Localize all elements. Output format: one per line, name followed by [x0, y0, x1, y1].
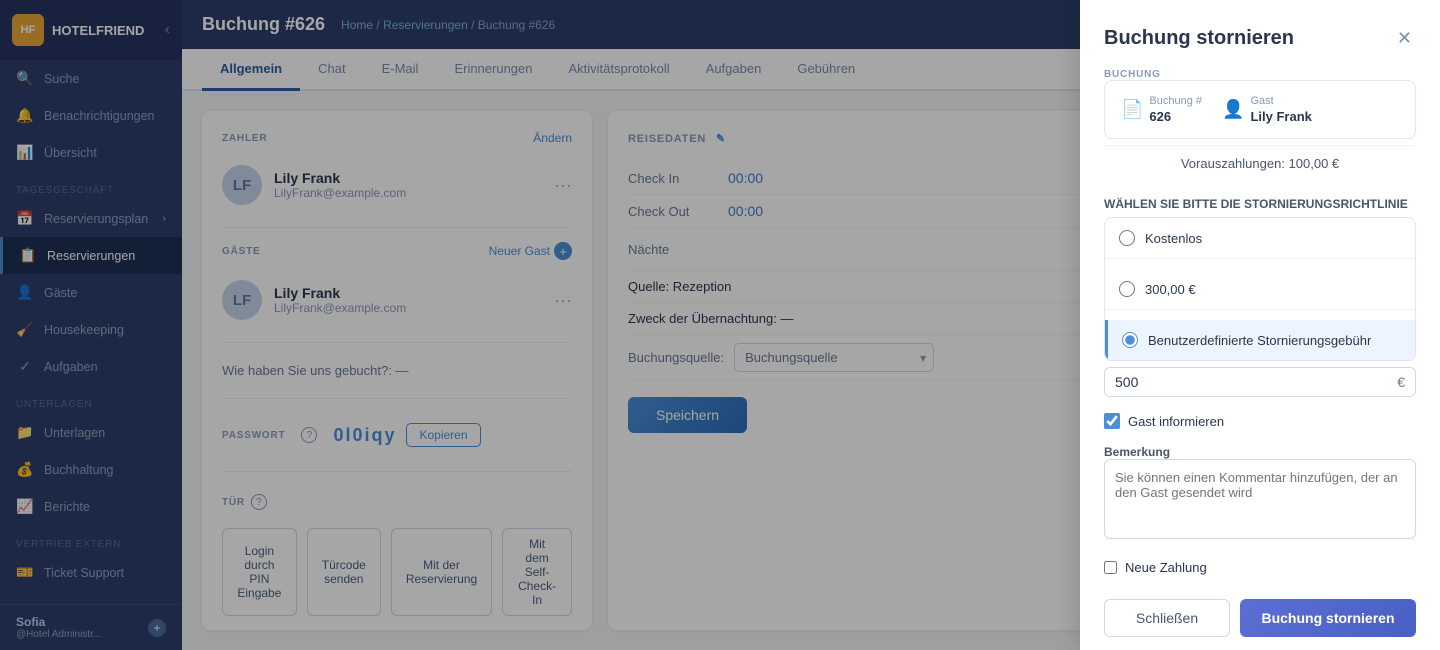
storno-section: WÄHLEN SIE BITTE DIE STORNIERUNGSRICHTLI… — [1104, 197, 1416, 397]
gast-informieren-row: Gast informieren — [1104, 413, 1416, 429]
bemerkung-section: Bemerkung — [1104, 445, 1416, 544]
radio-kostenlos[interactable]: Kostenlos — [1105, 218, 1415, 259]
gast-informieren-label: Gast informieren — [1128, 414, 1224, 429]
buchung-num-value: 626 — [1149, 109, 1202, 124]
buchung-section: BUCHUNG 📄 Buchung # 626 👤 Gast Lily Fran… — [1104, 69, 1416, 181]
gast-icon-block: 👤 Gast Lily Frank — [1222, 95, 1312, 124]
stornieren-modal: Buchung stornieren ✕ BUCHUNG 📄 Buchung #… — [1080, 0, 1440, 650]
custom-fee-field[interactable] — [1115, 374, 1391, 390]
radio-benutzerdefiniert-input[interactable] — [1122, 332, 1138, 348]
modal-close-button[interactable]: ✕ — [1393, 24, 1416, 53]
schliessen-button[interactable]: Schließen — [1104, 599, 1230, 637]
custom-fee-row: € — [1104, 367, 1416, 397]
buchung-num-block: Buchung # 626 — [1149, 95, 1202, 124]
storno-radio-group: Kostenlos 300,00 € Benutzerdefinierte St… — [1104, 217, 1416, 361]
storno-label: WÄHLEN SIE BITTE DIE STORNIERUNGSRICHTLI… — [1104, 197, 1416, 211]
neue-zahlung-checkbox[interactable] — [1104, 561, 1117, 574]
doc-icon-block: 📄 Buchung # 626 — [1121, 95, 1202, 124]
modal-overlay[interactable]: Buchung stornieren ✕ BUCHUNG 📄 Buchung #… — [0, 0, 1440, 650]
vorauszahlungen-info: Vorauszahlungen: 100,00 € — [1104, 145, 1416, 181]
gast-modal-value: Lily Frank — [1250, 109, 1311, 124]
neue-zahlung-row: Neue Zahlung — [1104, 560, 1416, 575]
bemerkung-textarea[interactable] — [1104, 459, 1416, 539]
person-icon: 👤 — [1222, 99, 1244, 120]
gast-block: Gast Lily Frank — [1250, 95, 1311, 124]
fee-currency-symbol: € — [1397, 374, 1405, 390]
radio-300-label: 300,00 € — [1145, 282, 1196, 297]
buchung-section-label: BUCHUNG — [1104, 69, 1416, 80]
radio-benutzerdefiniert[interactable]: Benutzerdefinierte Stornierungsgebühr — [1105, 320, 1415, 360]
modal-header: Buchung stornieren ✕ — [1104, 24, 1416, 53]
document-icon: 📄 — [1121, 99, 1143, 120]
neue-zahlung-label: Neue Zahlung — [1125, 560, 1207, 575]
radio-300-input[interactable] — [1119, 281, 1135, 297]
modal-title: Buchung stornieren — [1104, 27, 1393, 50]
bemerkung-label: Bemerkung — [1104, 445, 1416, 459]
modal-footer: Schließen Buchung stornieren — [1104, 591, 1416, 637]
stornieren-button[interactable]: Buchung stornieren — [1240, 599, 1416, 637]
buchung-info-card: 📄 Buchung # 626 👤 Gast Lily Frank — [1104, 80, 1416, 139]
gast-informieren-checkbox[interactable] — [1104, 413, 1120, 429]
radio-kostenlos-input[interactable] — [1119, 230, 1135, 246]
gast-modal-label: Gast — [1250, 95, 1311, 107]
buchung-num-label: Buchung # — [1149, 95, 1202, 107]
radio-300[interactable]: 300,00 € — [1105, 269, 1415, 310]
radio-kostenlos-label: Kostenlos — [1145, 231, 1202, 246]
radio-benutzerdefiniert-label: Benutzerdefinierte Stornierungsgebühr — [1148, 333, 1371, 348]
